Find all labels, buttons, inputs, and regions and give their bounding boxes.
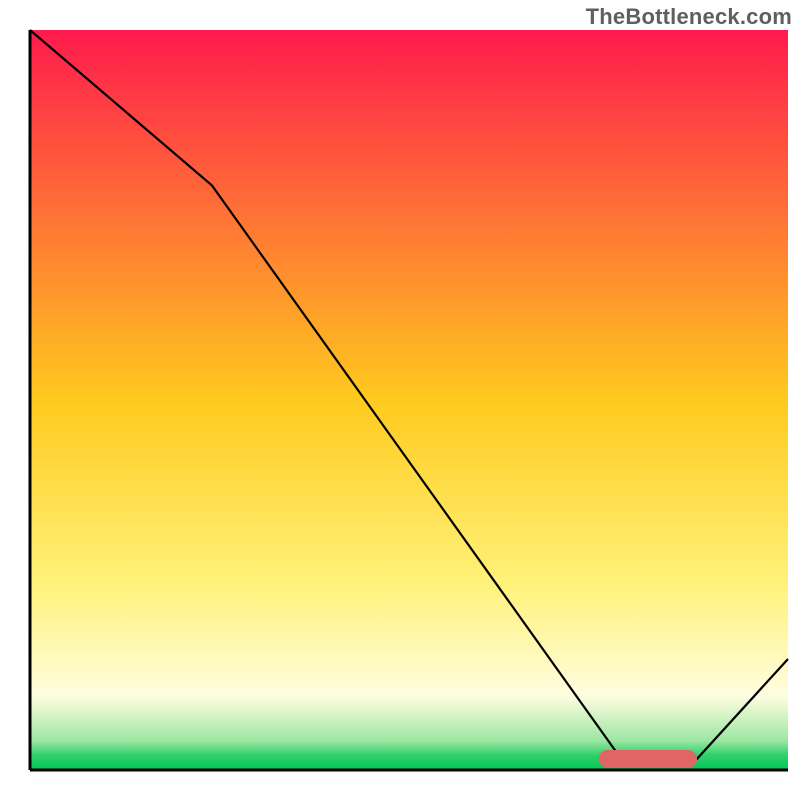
chart-root: TheBottleneck.com xyxy=(0,0,800,800)
optimal-band-marker xyxy=(599,750,698,768)
plot-background xyxy=(30,30,788,770)
chart-canvas xyxy=(0,0,800,800)
